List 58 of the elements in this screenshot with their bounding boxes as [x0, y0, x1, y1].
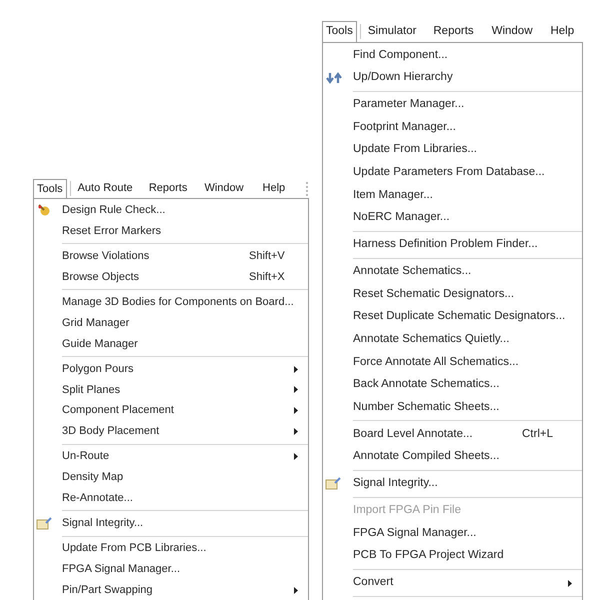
menu-item[interactable]: Update From Libraries...	[323, 138, 582, 162]
menu-item[interactable]: Split Planes	[34, 380, 308, 400]
menu-item[interactable]: Annotate Schematics Quietly...	[323, 328, 582, 351]
menu-bar-item[interactable]: Help	[258, 179, 290, 198]
menu-item[interactable]: Re-Annotate...	[34, 488, 308, 509]
menu-item[interactable]: Polygon Pours	[34, 358, 308, 380]
menu-bar-item[interactable]: Auto Route	[74, 179, 137, 198]
document-icon	[325, 476, 341, 490]
menu-item[interactable]: Find Component...	[323, 44, 582, 67]
menu-item[interactable]: Back Annotate Schematics...	[323, 373, 582, 396]
menu-bar-item[interactable]: Reports	[144, 179, 192, 198]
menu-bar-item[interactable]: Window	[200, 179, 248, 198]
menu-item[interactable]: 3D Body Placement	[34, 421, 308, 442]
shortcut-label: Shift+X	[249, 270, 285, 285]
menu-item[interactable]: Convert	[323, 572, 582, 594]
shortcut-label: Shift+V	[249, 249, 285, 264]
menu-bar-item[interactable]: Window	[488, 21, 536, 42]
menu-item[interactable]: Board Level Annotate... Ctrl+L	[323, 423, 582, 446]
shortcut-label: Ctrl+L	[522, 426, 553, 442]
menu-item[interactable]: Update Parameters From Database...	[323, 161, 582, 184]
menu-item[interactable]: Reset Schematic Designators...	[323, 283, 582, 306]
document-icon	[36, 517, 52, 530]
menu-bar-item[interactable]: Simulator	[364, 21, 420, 42]
menu-bar-item[interactable]: Reports	[429, 21, 478, 42]
toolbar-grip-icon[interactable]	[306, 182, 309, 196]
menu-item[interactable]: Reset Duplicate Schematic Designators...	[323, 306, 582, 328]
menu-item[interactable]: Number Schematic Sheets...	[323, 396, 582, 419]
menu-item[interactable]: Item Manager...	[323, 184, 582, 207]
menu-item[interactable]: Signal Integrity...	[34, 513, 308, 534]
menu-item[interactable]: Footprint Manager...	[323, 116, 582, 139]
menu-item[interactable]: Signal Integrity...	[323, 472, 582, 496]
menu-item[interactable]: FPGA Signal Manager...	[323, 522, 582, 545]
menu-item[interactable]: Browse Objects Shift+X	[34, 266, 308, 288]
menu-item[interactable]: Harness Definition Problem Finder...	[323, 234, 582, 256]
wand-icon	[37, 203, 51, 217]
menu-item[interactable]: Parameter Manager...	[323, 94, 582, 116]
menu-item[interactable]: Up/Down Hierarchy	[323, 66, 582, 90]
menu-item[interactable]: NoERC Manager...	[323, 206, 582, 230]
menu-item[interactable]: Reset Error Markers	[34, 220, 308, 242]
menu-bar-item[interactable]: Tools	[33, 179, 67, 198]
menu-item[interactable]: Un-Route	[34, 446, 308, 468]
menu-item[interactable]: Browse Violations Shift+V	[34, 246, 308, 267]
menu-item[interactable]: Component Placement	[34, 400, 308, 422]
menu-item[interactable]: Update From PCB Libraries...	[34, 538, 308, 560]
menu-item[interactable]: Annotate Schematics...	[323, 260, 582, 284]
menu-item[interactable]: Pin/Part Swapping	[34, 580, 308, 600]
menu-item[interactable]: Force Annotate All Schematics...	[323, 350, 582, 374]
menu-bar-item[interactable]: Help	[546, 21, 578, 42]
menu-item[interactable]: Grid Manager	[34, 312, 308, 334]
menu-item[interactable]: FPGA Signal Manager...	[34, 559, 308, 580]
menu-item[interactable]: Design Rule Check...	[34, 200, 308, 221]
menu-item[interactable]: Density Map	[34, 467, 308, 488]
menu-bar-item[interactable]: Tools	[322, 21, 357, 42]
arrows-icon	[326, 72, 342, 84]
menu-item[interactable]: Guide Manager	[34, 334, 308, 354]
menu-item[interactable]: Manage 3D Bodies for Components on Board...	[34, 292, 308, 313]
menu-item[interactable]: PCB To FPGA Project Wizard	[323, 544, 582, 568]
menu-item[interactable]: Annotate Compiled Sheets...	[323, 446, 582, 468]
